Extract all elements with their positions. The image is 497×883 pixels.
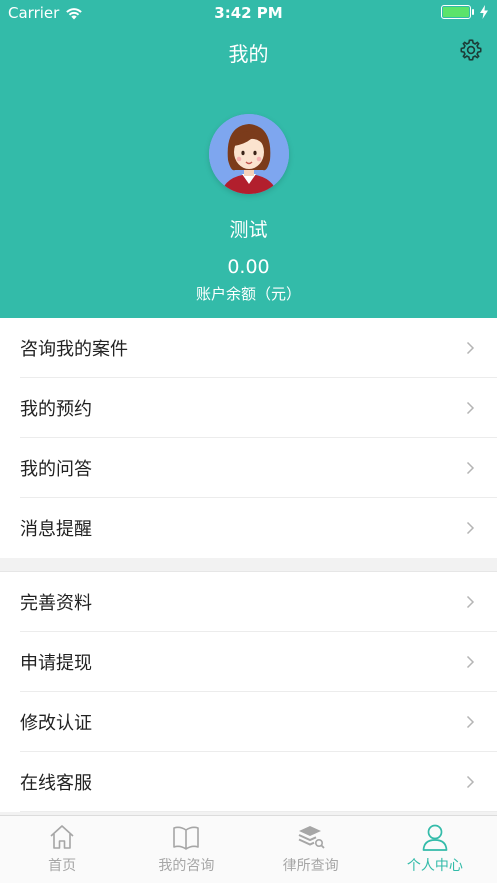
menu-item-label: 修改认证 bbox=[20, 713, 92, 734]
menu-item-label: 我的问答 bbox=[20, 459, 92, 480]
book-icon bbox=[173, 826, 200, 850]
settings-gear-icon[interactable] bbox=[459, 38, 483, 62]
menu-group-cases: 咨询我的案件 我的预约 我的问答 消息提醒 bbox=[0, 318, 497, 558]
tab-bar: 首页 我的咨询 律所查询 个人中心 bbox=[0, 815, 497, 883]
status-bar: Carrier 3:42 PM bbox=[0, 0, 497, 26]
chevron-right-icon bbox=[466, 401, 475, 415]
chevron-right-icon bbox=[466, 715, 475, 729]
chevron-right-icon bbox=[466, 775, 475, 789]
battery-icon bbox=[441, 5, 474, 19]
tab-law-firm-search[interactable]: 律所查询 bbox=[249, 816, 373, 883]
home-icon bbox=[50, 825, 74, 849]
menu-item-consult-cases[interactable]: 咨询我的案件 bbox=[0, 318, 497, 378]
menu-item-label: 申请提现 bbox=[20, 653, 92, 674]
chevron-right-icon bbox=[466, 521, 475, 535]
menu-item-complete-profile[interactable]: 完善资料 bbox=[0, 572, 497, 632]
menu-group-account: 完善资料 申请提现 修改认证 在线客服 bbox=[0, 571, 497, 812]
chevron-right-icon bbox=[466, 341, 475, 355]
tab-personal-center[interactable]: 个人中心 bbox=[373, 816, 497, 883]
profile-header: Carrier 3:42 PM 我的 测试 0.00 账户余额（元） bbox=[0, 0, 497, 318]
tab-label: 个人中心 bbox=[406, 858, 463, 874]
menu-item-qa[interactable]: 我的问答 bbox=[0, 438, 497, 498]
balance-amount: 0.00 bbox=[227, 256, 270, 278]
balance-label: 账户余额（元） bbox=[195, 285, 301, 303]
screen: Carrier 3:42 PM 我的 测试 0.00 账户余额（元） 咨询我的案… bbox=[0, 0, 497, 883]
tab-label: 我的咨询 bbox=[158, 858, 215, 874]
page-title: 我的 bbox=[228, 42, 269, 66]
username: 测试 bbox=[229, 219, 268, 241]
chevron-right-icon bbox=[466, 595, 475, 609]
person-icon bbox=[422, 824, 448, 851]
avatar-illustration-icon bbox=[209, 114, 289, 194]
layers-search-icon bbox=[298, 826, 325, 849]
status-time: 3:42 PM bbox=[214, 4, 283, 22]
tab-home[interactable]: 首页 bbox=[0, 816, 124, 883]
tab-my-consultations[interactable]: 我的咨询 bbox=[124, 816, 248, 883]
tab-label: 首页 bbox=[48, 858, 77, 874]
chevron-right-icon bbox=[466, 461, 475, 475]
menu-item-label: 完善资料 bbox=[20, 593, 92, 614]
menu-item-label: 我的预约 bbox=[20, 399, 92, 420]
tab-label: 律所查询 bbox=[282, 858, 339, 874]
menu-item-online-service[interactable]: 在线客服 bbox=[0, 752, 497, 812]
chevron-right-icon bbox=[466, 655, 475, 669]
charging-icon bbox=[480, 5, 488, 19]
status-right bbox=[441, 5, 489, 19]
menu-item-withdraw[interactable]: 申请提现 bbox=[0, 632, 497, 692]
menu-item-modify-certification[interactable]: 修改认证 bbox=[0, 692, 497, 752]
menu-item-notifications[interactable]: 消息提醒 bbox=[0, 498, 497, 558]
avatar[interactable] bbox=[209, 114, 289, 194]
menu-item-appointments[interactable]: 我的预约 bbox=[0, 378, 497, 438]
menu-item-label: 消息提醒 bbox=[20, 519, 92, 540]
menu-item-label: 咨询我的案件 bbox=[20, 339, 128, 360]
menu-item-label: 在线客服 bbox=[20, 773, 92, 794]
